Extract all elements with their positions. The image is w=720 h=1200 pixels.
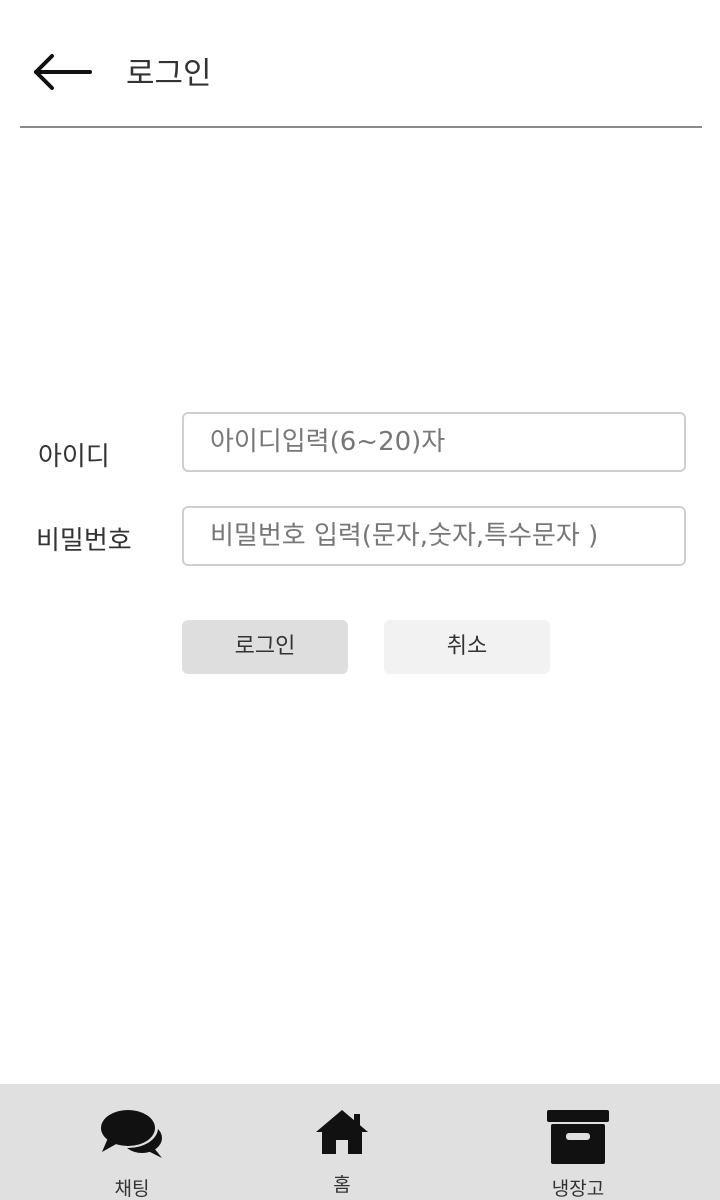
home-icon [316, 1110, 368, 1154]
password-input[interactable] [182, 506, 686, 566]
arrow-left-icon [34, 54, 92, 90]
id-label: 아이디 [38, 442, 110, 472]
archive-box-icon [547, 1110, 609, 1164]
page-title: 로그인 [126, 56, 212, 92]
cancel-button[interactable]: 취소 [384, 620, 550, 674]
header: 로그인 [20, 0, 702, 128]
nav-label-chat: 채팅 [114, 1178, 150, 1200]
chat-bubbles-icon [98, 1108, 162, 1158]
nav-label-home: 홈 [333, 1174, 351, 1196]
nav-item-chat[interactable]: 채팅 [90, 1084, 174, 1200]
bottom-nav: 채팅 홈 냉장고 [0, 1084, 720, 1200]
nav-item-fridge[interactable]: 냉장고 [536, 1084, 620, 1200]
login-button[interactable]: 로그인 [182, 620, 348, 674]
back-button[interactable] [32, 50, 92, 94]
id-input[interactable] [182, 412, 686, 472]
password-label: 비밀번호 [36, 526, 132, 556]
nav-label-fridge: 냉장고 [551, 1178, 605, 1200]
nav-item-home[interactable]: 홈 [300, 1084, 384, 1200]
login-screen: 로그인 아이디 비밀번호 로그인 취소 채팅 [0, 0, 720, 1200]
